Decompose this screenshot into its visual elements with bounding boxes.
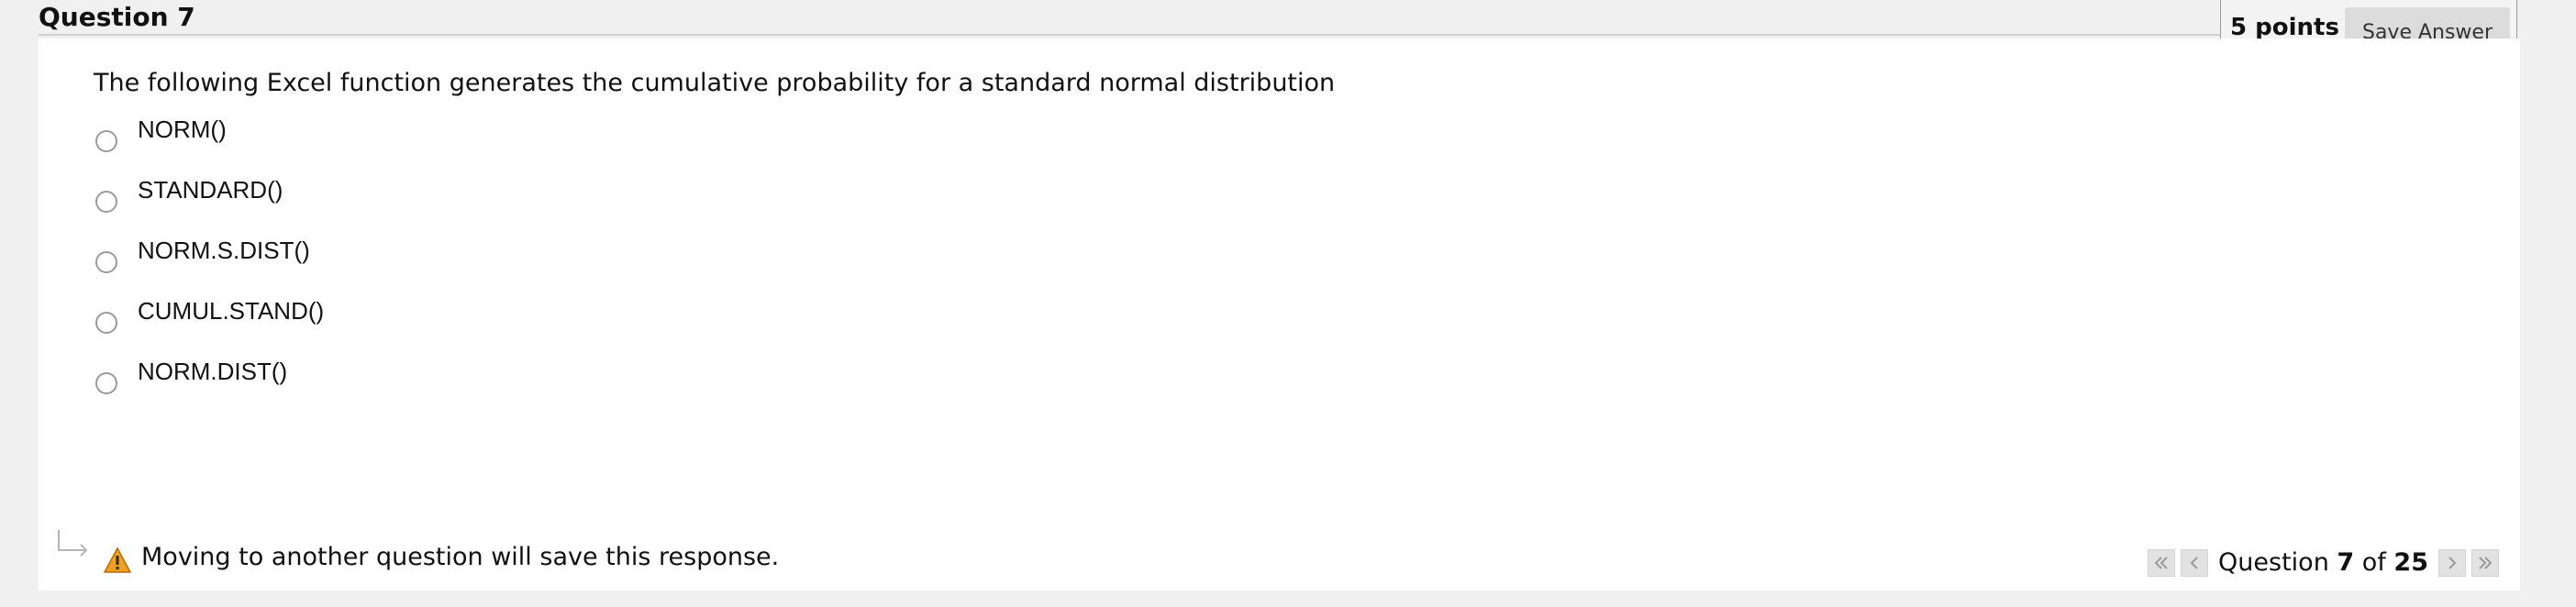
current-question-number: 7 — [2337, 548, 2355, 577]
chevron-right-icon — [2448, 556, 2457, 569]
radio-button[interactable] — [95, 312, 117, 334]
answer-option[interactable]: NORM.S.DIST() — [95, 237, 310, 273]
first-question-button[interactable] — [2148, 548, 2176, 577]
next-question-button[interactable] — [2438, 548, 2466, 577]
answer-option[interactable]: CUMUL.STAND() — [95, 297, 324, 334]
radio-button[interactable] — [95, 372, 117, 394]
pager-of: of — [2361, 548, 2386, 577]
save-warning-text: Moving to another question will save thi… — [141, 543, 780, 571]
question-title: Question 7 — [39, 2, 195, 32]
chevron-left-icon — [2190, 556, 2198, 569]
header-divider — [39, 34, 2222, 36]
pager-prefix: Question — [2218, 548, 2329, 577]
previous-question-button[interactable] — [2181, 548, 2209, 577]
question-pager: Question 7 of 25 — [2145, 548, 2502, 577]
warning-triangle-icon — [104, 547, 131, 573]
radio-button[interactable] — [95, 191, 117, 213]
total-questions: 25 — [2393, 548, 2428, 577]
answer-option[interactable]: STANDARD() — [95, 176, 283, 213]
double-chevron-right-icon — [2479, 556, 2493, 569]
last-question-button[interactable] — [2471, 548, 2499, 577]
return-arrow-icon — [58, 530, 88, 557]
answer-option-label[interactable]: CUMUL.STAND() — [138, 297, 324, 326]
radio-button[interactable] — [95, 130, 117, 152]
pager-status: Question 7 of 25 — [2218, 548, 2428, 577]
double-chevron-left-icon — [2154, 556, 2168, 569]
answer-option-label[interactable]: NORM.S.DIST() — [138, 237, 310, 265]
question-text: The following Excel function generates t… — [94, 69, 1336, 97]
answer-option[interactable]: NORM() — [95, 116, 227, 152]
question-card: The following Excel function generates t… — [39, 39, 2520, 590]
answer-option-label[interactable]: NORM() — [138, 116, 227, 144]
points-label: 5 points — [2230, 14, 2339, 41]
answer-option-label[interactable]: NORM.DIST() — [138, 358, 287, 386]
radio-button[interactable] — [95, 251, 117, 273]
answer-option-label[interactable]: STANDARD() — [138, 176, 283, 204]
answer-option[interactable]: NORM.DIST() — [95, 358, 287, 394]
